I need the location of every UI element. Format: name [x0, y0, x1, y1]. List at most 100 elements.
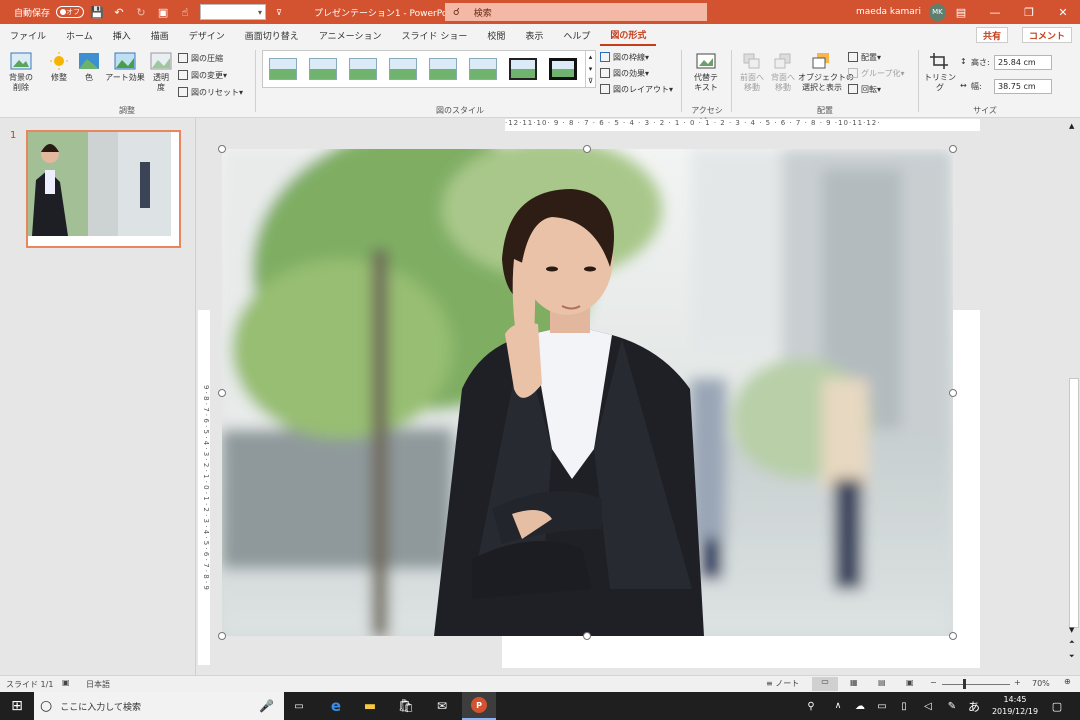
selected-picture[interactable]: [222, 149, 953, 636]
resize-handle[interactable]: [949, 632, 957, 640]
selection-pane-button[interactable]: オブジェクトの 選択と表示: [798, 52, 854, 93]
picture-style-option[interactable]: [349, 58, 377, 80]
slideshow-start-icon[interactable]: ▣: [154, 0, 172, 24]
undo-icon[interactable]: ↶: [110, 0, 128, 24]
windows-start-icon[interactable]: ⊞: [0, 692, 34, 720]
user-account[interactable]: maeda kamari MK: [856, 0, 946, 24]
zoom-slider[interactable]: [942, 684, 1010, 685]
tab-file[interactable]: ファイル: [0, 24, 56, 46]
horizontal-ruler[interactable]: ·12·11·10· 9 · 8 · 7 · 6 · 5 · 4 · 3 · 2…: [505, 119, 980, 131]
color-button[interactable]: 色: [76, 52, 102, 83]
mail-icon[interactable]: ✉: [428, 692, 456, 720]
send-backward-button[interactable]: 背面へ 移動: [768, 52, 798, 93]
show-hidden-icons-icon[interactable]: ∧: [830, 692, 846, 720]
minimize-icon[interactable]: —: [978, 0, 1012, 24]
picture-layout-button[interactable]: 図のレイアウト ▾: [600, 82, 673, 96]
vertical-ruler[interactable]: 9 · 8 · 7 · 6 · 5 · 4 · 3 · 2 · 1 · 0 · …: [198, 310, 210, 665]
tab-design[interactable]: デザイン: [179, 24, 235, 46]
picture-style-option[interactable]: [469, 58, 497, 80]
font-name-box[interactable]: ▾: [200, 4, 267, 20]
resize-handle[interactable]: [583, 145, 591, 153]
battery-icon[interactable]: ▭: [874, 692, 890, 720]
group-button[interactable]: グループ化 ▾: [848, 66, 905, 80]
scroll-down-icon[interactable]: ▼: [1069, 626, 1074, 634]
resize-handle[interactable]: [583, 632, 591, 640]
compress-pictures-button[interactable]: 図の圧縮: [178, 51, 223, 65]
corrections-button[interactable]: 修整: [44, 52, 74, 83]
picture-style-option[interactable]: [509, 58, 537, 80]
height-field[interactable]: 25.84 cm: [994, 55, 1052, 70]
ribbon-display-options-icon[interactable]: ▤: [944, 0, 978, 24]
picture-style-option[interactable]: [309, 58, 337, 80]
tab-slideshow[interactable]: スライド ショー: [391, 24, 477, 46]
width-field[interactable]: 38.75 cm: [994, 79, 1052, 94]
next-slide-icon[interactable]: ⏷: [1069, 652, 1075, 661]
notes-button[interactable]: ≡ ノート: [766, 678, 799, 689]
resize-handle[interactable]: [949, 145, 957, 153]
picture-style-option[interactable]: [549, 58, 577, 80]
scroll-up-icon[interactable]: ▲: [1069, 122, 1074, 130]
save-icon[interactable]: 💾: [88, 0, 106, 24]
picture-style-option[interactable]: [429, 58, 457, 80]
redo-icon[interactable]: ↻: [132, 0, 150, 24]
gallery-scroll[interactable]: ▴ ▾ ⊽: [585, 51, 595, 87]
slide-sorter-icon[interactable]: ▦: [850, 678, 858, 687]
taskbar-search[interactable]: ○ ここに入力して検索 🎤: [34, 692, 284, 720]
onedrive-icon[interactable]: ☁: [852, 692, 868, 720]
customize-qat-icon[interactable]: ⊽: [270, 0, 288, 24]
zoom-level[interactable]: 70%: [1032, 679, 1050, 688]
zoom-slider-thumb[interactable]: [963, 679, 966, 689]
file-explorer-icon[interactable]: ▬: [356, 692, 384, 720]
remove-background-button[interactable]: 背景の 削除: [4, 52, 38, 93]
normal-view-icon[interactable]: ▭: [812, 677, 838, 691]
microphone-icon[interactable]: 🎤: [259, 699, 274, 713]
picture-style-option[interactable]: [269, 58, 297, 80]
tab-insert[interactable]: 挿入: [103, 24, 141, 46]
tab-help[interactable]: ヘルプ: [553, 24, 600, 46]
picture-styles-gallery[interactable]: ▴ ▾ ⊽: [262, 50, 596, 88]
zoom-out-icon[interactable]: −: [930, 678, 937, 687]
change-picture-button[interactable]: 図の変更 ▾: [178, 68, 227, 82]
vertical-scrollbar[interactable]: ▲ ▼ ⏶ ⏷: [1068, 118, 1080, 675]
picture-style-option[interactable]: [389, 58, 417, 80]
resize-handle[interactable]: [218, 389, 226, 397]
touch-mode-icon[interactable]: ☝: [176, 0, 194, 24]
people-icon[interactable]: ⚲: [800, 692, 822, 720]
close-icon[interactable]: ✕: [1046, 0, 1080, 24]
task-view-icon[interactable]: ▭: [286, 692, 312, 720]
tab-picture-format[interactable]: 図の形式: [600, 24, 657, 46]
resize-handle[interactable]: [949, 389, 957, 397]
reset-picture-button[interactable]: 図のリセット ▾: [178, 85, 243, 99]
restore-icon[interactable]: ❐: [1012, 0, 1046, 24]
tab-transitions[interactable]: 画面切り替え: [235, 24, 309, 46]
edge-icon[interactable]: e: [322, 692, 350, 720]
share-button[interactable]: 共有: [975, 27, 1008, 43]
spellcheck-icon[interactable]: ▣: [62, 678, 70, 687]
artistic-effects-button[interactable]: アート効果: [104, 52, 146, 83]
alt-text-button[interactable]: 代替テ キスト: [688, 52, 724, 93]
picture-border-button[interactable]: 図の枠線 ▾: [600, 50, 649, 64]
resize-handle[interactable]: [218, 632, 226, 640]
zoom-in-icon[interactable]: +: [1014, 678, 1021, 687]
previous-slide-icon[interactable]: ⏶: [1069, 638, 1075, 647]
autosave-toggle[interactable]: オフ: [56, 6, 85, 18]
transparency-button[interactable]: 透明 度: [148, 52, 174, 93]
comment-button[interactable]: コメント: [1021, 27, 1072, 43]
slide-thumbnail[interactable]: [26, 130, 181, 248]
pen-icon[interactable]: ✎: [944, 692, 960, 720]
tab-draw[interactable]: 描画: [141, 24, 179, 46]
network-icon[interactable]: ▯: [896, 692, 912, 720]
tab-view[interactable]: 表示: [515, 24, 553, 46]
tab-review[interactable]: 校閲: [477, 24, 515, 46]
tab-home[interactable]: ホーム: [56, 24, 103, 46]
picture-effects-button[interactable]: 図の効果 ▾: [600, 66, 649, 80]
rotate-button[interactable]: 回転 ▾: [848, 82, 881, 96]
slideshow-view-icon[interactable]: ▣: [906, 678, 914, 687]
reading-view-icon[interactable]: ▤: [878, 678, 886, 687]
clock[interactable]: 14:45 2019/12/19: [990, 694, 1040, 718]
align-button[interactable]: 配置 ▾: [848, 50, 881, 64]
tab-animations[interactable]: アニメーション: [309, 24, 392, 46]
bring-forward-button[interactable]: 前面へ 移動: [736, 52, 768, 93]
resize-handle[interactable]: [218, 145, 226, 153]
crop-button[interactable]: トリミング: [922, 52, 958, 93]
